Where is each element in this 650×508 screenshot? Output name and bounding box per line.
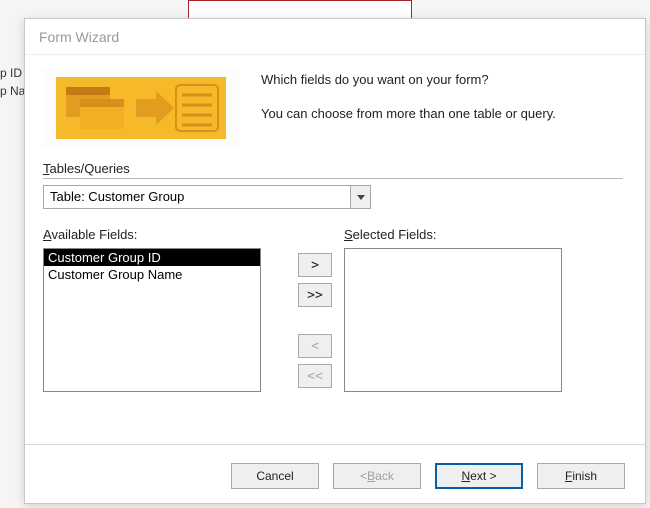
available-fields-listbox[interactable]: Customer Group IDCustomer Group Name [43,248,261,392]
remove-all-button: << [298,364,332,388]
available-fields-label: Available Fields: [43,227,286,242]
selected-fields-listbox[interactable] [344,248,562,392]
next-button[interactable]: Next > [435,463,523,489]
button-divider [25,444,645,445]
wizard-prompt: Which fields do you want on your form? Y… [261,69,623,123]
selected-fields-label: Selected Fields: [344,227,623,242]
back-button: < Back [333,463,421,489]
background-tab-outline [188,0,412,20]
list-item[interactable]: Customer Group Name [44,266,260,283]
cancel-button[interactable]: Cancel [231,463,319,489]
combobox-dropdown-button[interactable] [350,186,370,208]
form-wizard-dialog: Form Wizard Which field [24,18,646,504]
add-all-button[interactable]: >> [298,283,332,307]
list-item[interactable]: Customer Group ID [44,249,260,266]
wizard-illustration [43,69,239,147]
add-one-button[interactable]: > [298,253,332,277]
dialog-title: Form Wizard [25,19,645,55]
finish-button[interactable]: Finish [537,463,625,489]
chevron-down-icon [357,195,365,200]
tables-queries-combobox[interactable]: Table: Customer Group [43,185,371,209]
remove-one-button: < [298,334,332,358]
combobox-value: Table: Customer Group [44,186,350,208]
tables-queries-label: Tables/Queries [43,161,623,179]
